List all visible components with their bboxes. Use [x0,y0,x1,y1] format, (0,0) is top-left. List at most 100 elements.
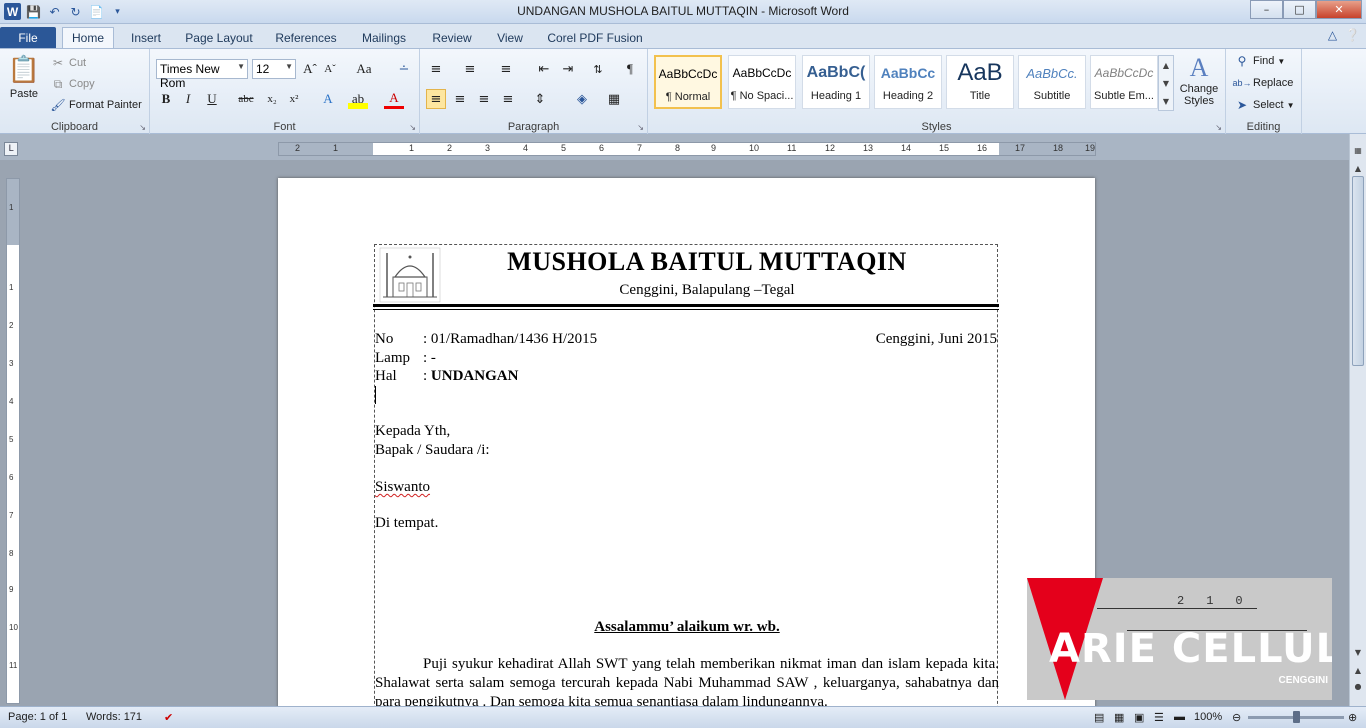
tab-mailings[interactable]: Mailings [354,27,414,48]
tab-selector-icon[interactable]: L [4,142,18,156]
letter-textbox[interactable]: MUSHOLA BAITUL MUTTAQIN Cenggini, Balapu… [373,244,999,706]
letter-number-line: No: 01/Ramadhan/1436 H/2015 [375,331,597,348]
scroll-up-icon[interactable]: ▲ [1163,61,1169,70]
tab-corel-pdf-fusion[interactable]: Corel PDF Fusion [542,27,648,48]
font-name-combo[interactable]: Times New Rom ▼ [156,59,248,90]
underline-icon[interactable]: U [202,89,222,109]
scroll-up-icon[interactable]: ▲ [1350,160,1366,176]
full-screen-reading-icon[interactable]: ▦ [1114,711,1124,724]
borders-icon[interactable]: ▦ [604,89,624,109]
tab-review[interactable]: Review [426,27,478,48]
tab-insert[interactable]: Insert [122,27,170,48]
draft-view-icon[interactable]: ▬ [1174,711,1185,723]
align-center-icon[interactable]: ≡ [450,89,470,109]
tab-references[interactable]: References [270,27,342,48]
minimize-button[interactable]: – [1250,0,1283,19]
scroll-down-icon[interactable]: ▼ [1350,644,1366,660]
style-heading-1[interactable]: AaBbC( Heading 1 [802,55,870,109]
tab-view[interactable]: View [490,27,530,48]
paste-button[interactable]: 📋 Paste [6,53,42,101]
superscript-icon[interactable]: x² [284,89,304,109]
shrink-font-icon[interactable]: Aˇ [320,59,340,79]
ruler-toggle-icon[interactable]: ▦ [1350,142,1366,158]
strikethrough-icon[interactable]: abc [236,89,256,109]
style-preview: AaBbCcDc [732,66,792,80]
ruler-number: 8 [675,143,681,153]
zoom-in-icon[interactable]: ⊕ [1348,711,1357,724]
align-left-icon[interactable]: ≡ [426,89,446,109]
paragraph-launcher-icon[interactable]: ↘ [637,123,644,132]
style-subtle-emphasis[interactable]: AaBbCcDc Subtle Em... [1090,55,1158,109]
change-styles-button[interactable]: A Change Styles [1176,53,1222,108]
outline-view-icon[interactable]: ☰ [1154,711,1164,724]
format-painter-button[interactable]: 🖌 Format Painter [50,97,141,113]
increase-indent-icon[interactable]: ⇥ [558,59,578,79]
page-count[interactable]: Page: 1 of 1 [8,711,67,723]
more-icon[interactable]: ▼ [1163,97,1169,106]
clipboard-launcher-icon[interactable]: ↘ [139,123,146,132]
chevron-down-icon: ▼ [237,62,245,71]
cut-button[interactable]: ✂ Cut [50,55,86,71]
font-size-combo[interactable]: 12 ▼ [252,59,296,79]
line-spacing-icon[interactable]: ⇕ [530,89,550,109]
vertical-ruler[interactable]: 1 1 2 3 4 5 6 7 8 9 10 11 [6,178,20,704]
numbering-icon[interactable]: ≡ [460,59,480,79]
vertical-scrollbar[interactable]: ▦ ▲ ▼ ▲ ● [1349,134,1366,706]
justify-icon[interactable]: ≡ [498,89,518,109]
bullets-icon[interactable]: ≡ [426,59,446,79]
proofing-icon[interactable]: ✔ [164,711,173,724]
clear-formatting-icon[interactable]: ∸ [394,59,414,79]
find-button[interactable]: ⚲ Find ▼ [1234,53,1286,69]
multilevel-list-icon[interactable]: ≡ [496,59,516,79]
text-effects-icon[interactable]: A [318,89,338,109]
web-layout-icon[interactable]: ▣ [1134,711,1144,724]
document-page[interactable]: MUSHOLA BAITUL MUTTAQIN Cenggini, Balapu… [278,178,1095,706]
shading-icon[interactable]: ◈ [572,89,592,109]
clipboard-group-label: Clipboard [50,121,99,133]
zoom-out-icon[interactable]: ⊖ [1232,711,1241,724]
tab-file[interactable]: File [0,27,56,48]
copy-button[interactable]: ⧉ Copy [50,76,95,92]
watermark-text: ARIE CELLULAR [1049,626,1332,672]
show-hide-marks-icon[interactable]: ¶ [620,59,640,79]
styles-launcher-icon[interactable]: ↘ [1215,123,1222,132]
close-button[interactable]: ✕ [1316,0,1362,19]
align-right-icon[interactable]: ≡ [474,89,494,109]
scrollbar-thumb[interactable] [1352,176,1364,366]
grow-font-icon[interactable]: Aˆ [300,59,320,79]
horizontal-ruler[interactable]: 2 1 1 2 3 4 5 6 7 8 9 10 11 12 13 14 15 … [278,142,1096,156]
font-color-icon[interactable]: A [384,89,404,109]
style-heading-2[interactable]: AaBbCc Heading 2 [874,55,942,109]
tab-home[interactable]: Home [62,27,114,48]
word-count[interactable]: Words: 171 [86,711,142,723]
maximize-button[interactable]: □ [1283,0,1316,19]
bold-icon[interactable]: B [156,89,176,109]
subscript-icon[interactable]: x₂ [262,89,282,109]
change-case-icon[interactable]: Aa [354,59,374,79]
styles-gallery-scroll[interactable]: ▲ ▼ ▼ [1158,55,1174,111]
font-launcher-icon[interactable]: ↘ [409,123,416,132]
sort-icon[interactable]: ⇅ [588,59,608,79]
italic-icon[interactable]: I [178,89,198,109]
zoom-slider-knob[interactable] [1293,711,1300,723]
select-button[interactable]: ➤ Select ▼ [1234,97,1295,113]
scroll-down-icon[interactable]: ▼ [1163,79,1169,88]
style-subtitle[interactable]: AaBbCc. Subtitle [1018,55,1086,109]
minimize-ribbon-icon[interactable]: △ [1328,28,1337,42]
recipient-place: Di tempat. [375,515,439,531]
no-value: : 01/Ramadhan/1436 H/2015 [423,331,598,347]
browse-object-icon[interactable]: ● [1350,678,1366,694]
highlight-icon[interactable]: ab [348,89,368,109]
style-normal[interactable]: AaBbCcDc ¶ Normal [654,55,722,109]
print-layout-icon[interactable]: ▤ [1094,711,1104,724]
decrease-indent-icon[interactable]: ⇤ [534,59,554,79]
previous-page-icon[interactable]: ▲ [1350,662,1366,678]
style-title[interactable]: AaB Title [946,55,1014,109]
style-no-spacing[interactable]: AaBbCcDc ¶ No Spaci... [728,55,796,109]
tab-page-layout[interactable]: Page Layout [180,27,258,48]
paragraph-group: ≡ ≡ ≡ ⇤ ⇥ ⇅ ¶ ≡ ≡ ≡ ≡ ⇕ ◈ ▦ Paragraph ↘ [420,49,648,135]
help-icon[interactable]: ❔ [1345,28,1360,42]
ruler-number: 6 [599,143,605,153]
replace-button[interactable]: ab→ Replace [1233,75,1294,91]
zoom-level[interactable]: 100% [1194,711,1222,723]
